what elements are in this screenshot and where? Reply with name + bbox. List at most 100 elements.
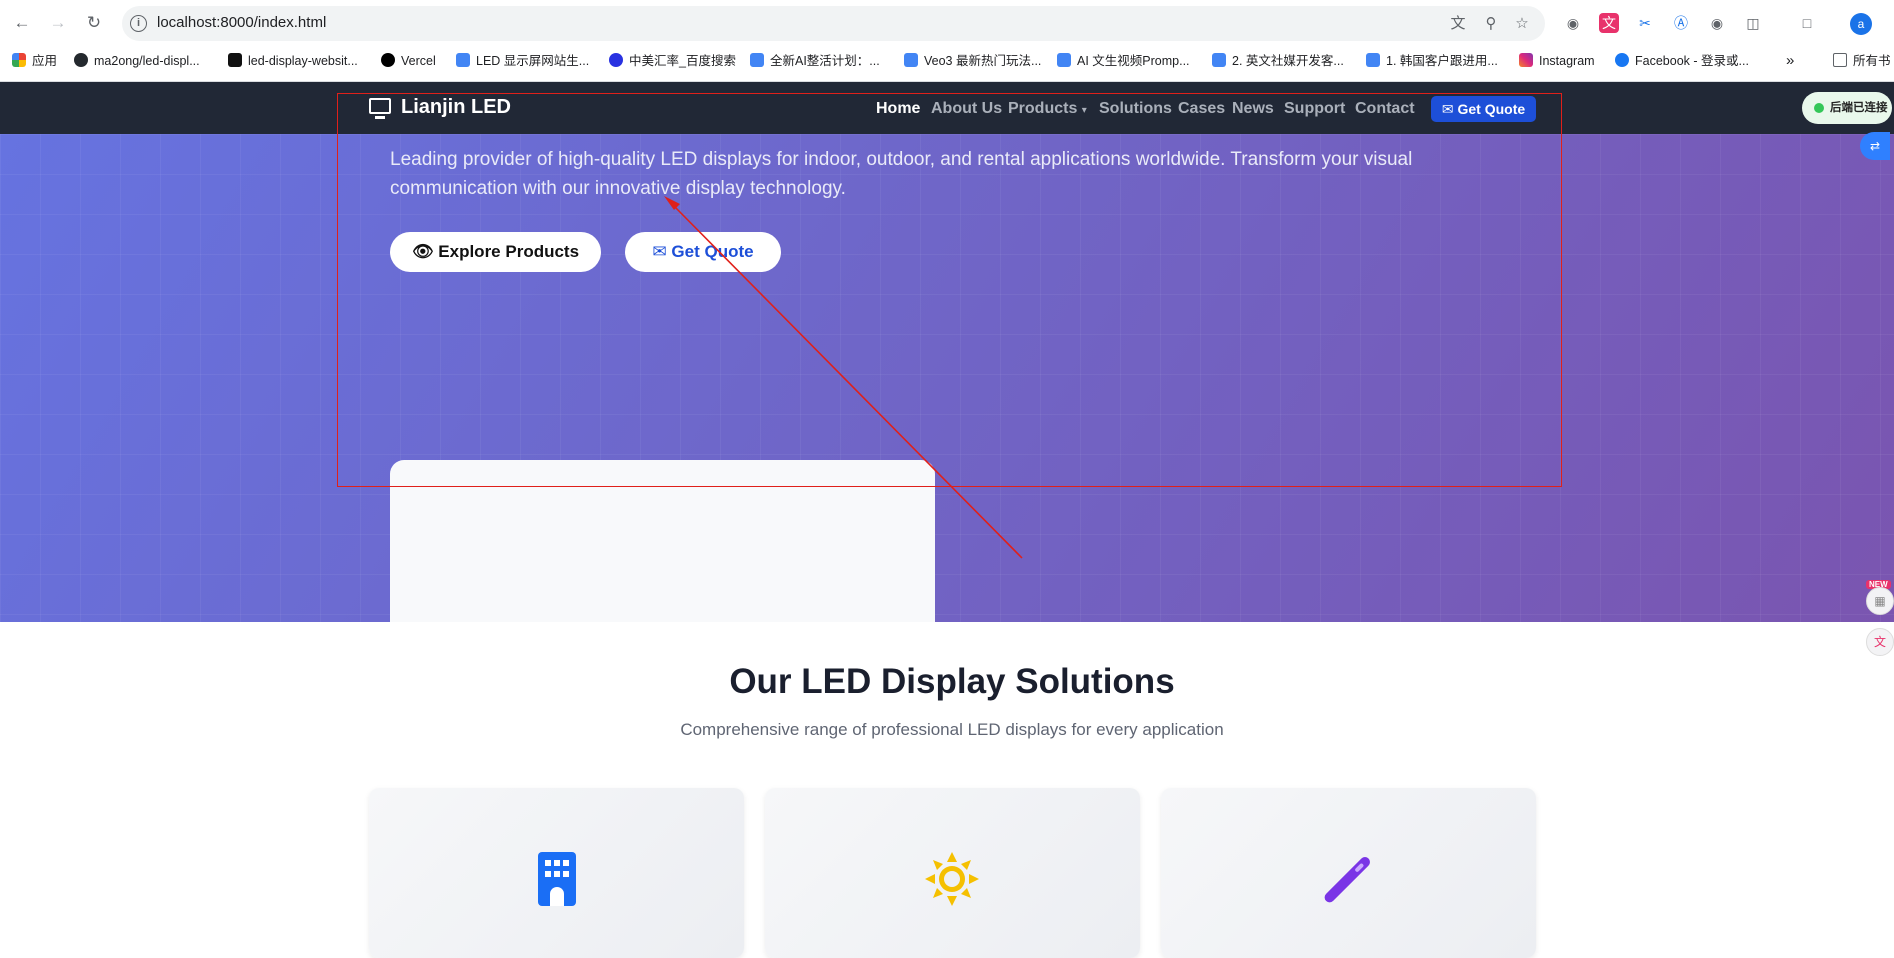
puzzle-icon[interactable]: ◫ bbox=[1743, 13, 1763, 33]
eye-icon: 👁 bbox=[411, 242, 434, 261]
bookmark-label: Vercel bbox=[401, 54, 436, 68]
nav-news[interactable]: News bbox=[1232, 100, 1274, 118]
bookmark-label: Instagram bbox=[1539, 54, 1595, 68]
site-icon bbox=[228, 53, 242, 67]
hero-quote-label: Get Quote bbox=[671, 242, 754, 261]
baidu-icon bbox=[609, 53, 623, 67]
bookmark-label: LED 显示屏网站生... bbox=[476, 54, 590, 68]
bookmark-item[interactable]: led-display-websit... bbox=[228, 52, 358, 70]
section-subtitle: Comprehensive range of professional LED … bbox=[680, 720, 1224, 739]
hero-grid-pattern bbox=[0, 134, 1894, 622]
bookmarks-bar: 应用 ma2ong/led-displ... led-display-websi… bbox=[0, 48, 1894, 74]
forward-icon[interactable]: → bbox=[47, 12, 69, 34]
monitor-icon bbox=[369, 98, 391, 119]
bookmark-label: Facebook - 登录或... bbox=[1635, 54, 1749, 68]
bookmark-item[interactable]: LED 显示屏网站生... bbox=[456, 52, 589, 70]
scissors-icon[interactable]: ✂ bbox=[1635, 13, 1655, 33]
brand-logo[interactable]: Lianjin LED bbox=[369, 96, 511, 119]
doc-icon bbox=[904, 53, 918, 67]
zoom-icon[interactable]: ⚲ bbox=[1482, 15, 1500, 33]
apps-grid-icon bbox=[12, 53, 26, 67]
profile-avatar[interactable]: a bbox=[1850, 13, 1872, 35]
explore-label: Explore Products bbox=[438, 242, 580, 261]
quote-label: Get Quote bbox=[1457, 101, 1526, 117]
nav-contact[interactable]: Contact bbox=[1355, 100, 1415, 118]
hero-description: Leading provider of high-quality LED dis… bbox=[390, 149, 1413, 199]
address-bar[interactable]: i localhost:8000/index.html 文 ⚲ ☆ bbox=[122, 6, 1545, 41]
nav-support[interactable]: Support bbox=[1284, 100, 1345, 118]
doc-icon bbox=[1366, 53, 1380, 67]
doc-icon bbox=[1212, 53, 1226, 67]
caret-down-icon: ▾ bbox=[1081, 105, 1087, 116]
facebook-icon bbox=[1615, 53, 1629, 67]
translate-float-icon[interactable]: 文 bbox=[1866, 628, 1894, 656]
reload-icon[interactable]: ↻ bbox=[83, 12, 105, 34]
bookmark-item[interactable]: Veo3 最新热门玩法... bbox=[904, 52, 1041, 70]
address-row: ← → ↻ i localhost:8000/index.html 文 ⚲ ☆ … bbox=[0, 0, 1894, 46]
bookmark-star-icon[interactable]: ☆ bbox=[1513, 15, 1531, 33]
bookmark-label: ma2ong/led-displ... bbox=[94, 54, 200, 68]
bookmark-item[interactable]: 中美汇率_百度搜索 bbox=[609, 52, 736, 70]
bookmark-label: 应用 bbox=[32, 54, 58, 68]
bookmark-item[interactable]: ma2ong/led-displ... bbox=[74, 52, 200, 70]
sidebar-translate-icon[interactable]: ⇄ bbox=[1860, 132, 1890, 160]
doc-icon bbox=[750, 53, 764, 67]
instagram-icon bbox=[1519, 53, 1533, 67]
hero-section: Leading provider of high-quality LED dis… bbox=[0, 134, 1894, 622]
all-bookmarks[interactable]: 所有书 bbox=[1833, 52, 1891, 70]
doc-icon bbox=[456, 53, 470, 67]
back-icon[interactable]: ← bbox=[11, 12, 33, 34]
folder-icon bbox=[1833, 53, 1847, 67]
bookmark-item[interactable]: 2. 英文社媒开发客... bbox=[1212, 52, 1344, 70]
explore-products-button[interactable]: 👁 Explore Products bbox=[390, 232, 601, 272]
url-text[interactable]: localhost:8000/index.html bbox=[157, 14, 326, 31]
hero-image-card bbox=[390, 460, 935, 622]
translate-extension-icon[interactable]: 文 bbox=[1599, 13, 1619, 33]
site-info-icon[interactable]: i bbox=[130, 15, 147, 32]
more-bookmarks-icon[interactable]: » bbox=[1786, 52, 1794, 70]
nav-home[interactable]: Home bbox=[876, 100, 920, 118]
solution-card-indoor[interactable] bbox=[369, 788, 744, 958]
bookmark-item[interactable]: 1. 韩国客户跟进用... bbox=[1366, 52, 1498, 70]
bookmark-label: led-display-websit... bbox=[248, 54, 358, 68]
hero-get-quote-button[interactable]: ✉ Get Quote bbox=[625, 232, 781, 272]
bookmark-label: AI 文生视频Promp... bbox=[1077, 54, 1190, 68]
site-navbar: Lianjin LED Home About Us Products ▾ Sol… bbox=[0, 82, 1894, 134]
bookmark-item[interactable]: Vercel bbox=[381, 52, 436, 70]
vercel-icon bbox=[381, 53, 395, 67]
nav-get-quote-button[interactable]: ✉ Get Quote bbox=[1431, 96, 1536, 122]
nav-about[interactable]: About Us bbox=[931, 100, 1002, 118]
tab-search-icon[interactable]: □ bbox=[1797, 13, 1817, 33]
envelope-icon: ✉ bbox=[1441, 101, 1454, 117]
camera-icon[interactable]: ◉ bbox=[1707, 13, 1727, 33]
qr-icon[interactable]: ▦ bbox=[1866, 587, 1894, 615]
bookmark-label: 2. 英文社媒开发客... bbox=[1232, 54, 1344, 68]
wand-icon bbox=[1324, 857, 1370, 903]
extension-icon[interactable]: ◉ bbox=[1563, 13, 1583, 33]
solution-card-rental[interactable] bbox=[1161, 788, 1536, 958]
extension-a-icon[interactable]: Ⓐ bbox=[1671, 13, 1691, 33]
envelope-icon: ✉ bbox=[652, 242, 667, 261]
translate-icon[interactable]: 文 bbox=[1449, 15, 1467, 33]
solution-card-outdoor[interactable] bbox=[765, 788, 1140, 958]
nav-products[interactable]: Products ▾ bbox=[1008, 100, 1087, 118]
bookmark-item[interactable]: Facebook - 登录或... bbox=[1615, 52, 1749, 70]
bookmark-item[interactable]: Instagram bbox=[1519, 52, 1595, 70]
sun-icon bbox=[925, 852, 979, 906]
nav-solutions[interactable]: Solutions bbox=[1099, 100, 1172, 118]
nav-products-label: Products bbox=[1008, 100, 1078, 117]
bookmark-item[interactable]: 应用 bbox=[12, 52, 57, 70]
brand-name: Lianjin LED bbox=[401, 96, 511, 118]
bookmark-label: 所有书 bbox=[1853, 54, 1891, 68]
bookmark-label: Veo3 最新热门玩法... bbox=[924, 54, 1042, 68]
nav-cases[interactable]: Cases bbox=[1178, 100, 1225, 118]
bookmark-item[interactable]: 全新AI整活计划：... bbox=[750, 52, 880, 70]
backend-status-pill: 后端已连接 bbox=[1802, 92, 1892, 124]
bookmark-label: 中美汇率_百度搜索 bbox=[629, 54, 736, 68]
bookmark-item[interactable]: AI 文生视频Promp... bbox=[1057, 52, 1190, 70]
bookmark-label: 全新AI整活计划：... bbox=[770, 54, 880, 68]
browser-toolbar: ← → ↻ i localhost:8000/index.html 文 ⚲ ☆ … bbox=[0, 0, 1894, 82]
building-icon bbox=[538, 852, 576, 906]
section-title: Our LED Display Solutions bbox=[729, 662, 1175, 701]
bookmark-label: 1. 韩国客户跟进用... bbox=[1386, 54, 1498, 68]
